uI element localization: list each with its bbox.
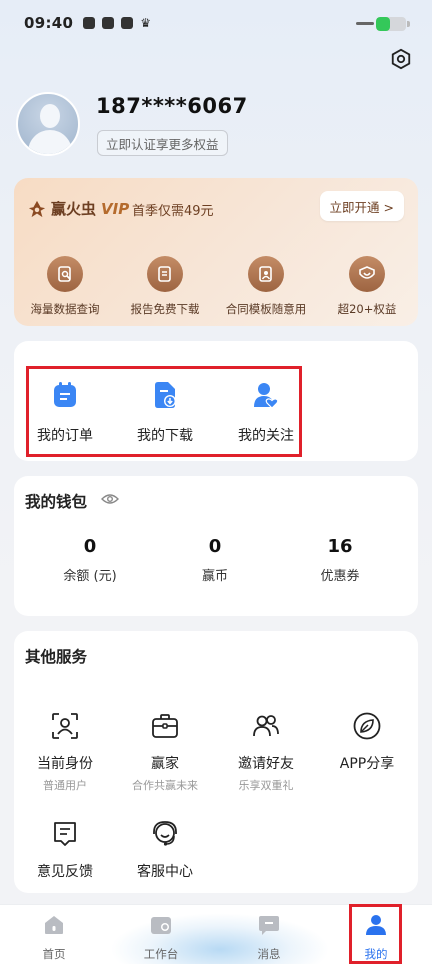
report-download-icon — [147, 256, 183, 292]
feedback-icon — [54, 822, 76, 846]
vip-benefits: 海量数据查询 报告免费下载 合同模板随意用 超20+权益 — [14, 256, 418, 318]
vip-benefit-label: 合同模板随意用 — [225, 302, 307, 316]
home-icon — [45, 916, 63, 934]
wallet-coupons-value: 16 — [327, 536, 353, 557]
vip-benefit-contract-template[interactable]: 合同模板随意用 — [216, 256, 316, 317]
tab-label: 首页 — [42, 947, 66, 961]
service-sub: 合作共赢未来 — [132, 779, 198, 792]
battery-level — [376, 17, 390, 31]
vip-tag: VIP — [101, 199, 130, 218]
wallet-coupons[interactable]: 16 优惠券 — [280, 536, 400, 584]
quick-actions-card: 我的订单 我的下载 我的关注 — [14, 341, 418, 461]
vip-benefit-more[interactable]: 超20+权益 — [317, 256, 417, 317]
service-label: 当前身份 — [37, 756, 93, 772]
tab-messages[interactable]: 消息 — [229, 913, 309, 962]
service-label: 赢家 — [151, 756, 179, 772]
vip-benefit-data-search[interactable]: 海量数据查询 — [15, 256, 115, 317]
wallet-card: 我的钱包 0 余额 (元) 0 赢币 16 优惠券 — [14, 476, 418, 616]
profile-tab-highlight — [349, 904, 402, 964]
avatar-head — [40, 104, 60, 128]
quick-actions-highlight — [26, 366, 302, 457]
services-title: 其他服务 — [25, 648, 88, 666]
wallet-coins-label: 赢币 — [201, 569, 228, 584]
service-label: 意见反馈 — [37, 864, 93, 880]
vip-promo: 首季仅需49元 — [132, 204, 214, 219]
tab-label: 消息 — [257, 947, 281, 961]
service-app-share[interactable]: APP分享 — [317, 711, 417, 773]
services-card: 其他服务 当前身份 普通用户 赢家 合作共赢未来 邀请好友 乐享双重礼 APP分… — [14, 631, 418, 893]
service-invite[interactable]: 邀请好友 乐享双重礼 — [216, 711, 316, 793]
wallet-balance[interactable]: 0 余额 (元) — [30, 536, 150, 584]
service-label: APP分享 — [339, 756, 395, 772]
verify-button[interactable]: 立即认证享更多权益 — [97, 130, 228, 156]
status-notification-icons: ♛ — [83, 16, 151, 30]
leaf-share-icon — [353, 712, 381, 740]
vip-open-button[interactable]: 立即开通 > — [319, 191, 404, 221]
vip-logo: 赢火虫 VIP — [28, 198, 129, 219]
workbench-icon — [151, 917, 171, 934]
status-time: 09:40 — [24, 14, 74, 32]
tab-home[interactable]: 首页 — [14, 913, 94, 962]
crown-icon: ♛ — [140, 16, 152, 30]
phone-number: 187****6067 — [96, 94, 248, 118]
tab-label: 工作台 — [143, 947, 179, 961]
vip-benefit-label: 超20+权益 — [337, 302, 397, 316]
contract-template-icon — [248, 256, 284, 292]
vip-brand: 赢火虫 — [51, 200, 97, 218]
wallet-coupons-label: 优惠券 — [320, 569, 360, 584]
wallet-coins-value: 0 — [208, 536, 222, 557]
avatar-body — [28, 130, 72, 154]
vip-benefit-report-download[interactable]: 报告免费下载 — [115, 256, 215, 317]
service-feedback[interactable]: 意见反馈 — [15, 819, 115, 881]
mail-icon — [83, 17, 96, 29]
invite-friends-icon — [253, 715, 279, 737]
service-label: 客服中心 — [137, 864, 193, 880]
service-label: 邀请好友 — [238, 756, 294, 772]
avatar[interactable] — [16, 92, 80, 156]
customer-service-icon — [153, 821, 177, 846]
settings-icon — [391, 48, 411, 70]
service-customer-center[interactable]: 客服中心 — [115, 819, 215, 881]
inbox-icon — [102, 17, 115, 29]
tab-workbench[interactable]: 工作台 — [121, 913, 201, 962]
vip-benefit-label: 海量数据查询 — [30, 302, 100, 316]
wallet-title: 我的钱包 — [25, 493, 88, 511]
wallet-balance-label: 余额 (元) — [63, 569, 117, 584]
vip-benefit-label: 报告免费下载 — [130, 302, 200, 316]
service-identity[interactable]: 当前身份 普通用户 — [15, 711, 115, 793]
brand-logo-icon — [28, 200, 46, 217]
charging-icon — [356, 22, 374, 25]
service-winner[interactable]: 赢家 合作共赢未来 — [115, 711, 215, 793]
vip-card[interactable]: 赢火虫 VIP 首季仅需49元 立即开通 > 海量数据查询 报告免费下载 合同模… — [14, 178, 418, 326]
identity-icon — [52, 713, 78, 739]
service-sub: 普通用户 — [43, 779, 87, 792]
battery-tip — [407, 21, 410, 27]
wallet-coins[interactable]: 0 赢币 — [155, 536, 275, 584]
eye-icon[interactable] — [101, 493, 119, 505]
service-sub: 乐享双重礼 — [238, 779, 294, 792]
wallet-balance-value: 0 — [83, 536, 97, 557]
briefcase-icon — [152, 714, 178, 738]
data-search-icon — [47, 256, 83, 292]
message-icon — [259, 916, 279, 935]
app-icon — [121, 17, 134, 29]
heart-badge-icon — [349, 256, 385, 292]
settings-button[interactable] — [390, 48, 412, 70]
battery-icon — [376, 17, 406, 31]
